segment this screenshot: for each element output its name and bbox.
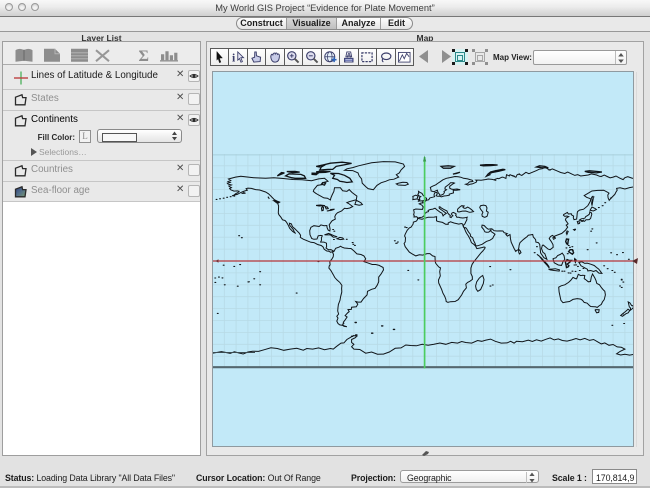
svg-text:Σ: Σ — [139, 48, 149, 65]
svg-text:i: i — [231, 51, 235, 64]
